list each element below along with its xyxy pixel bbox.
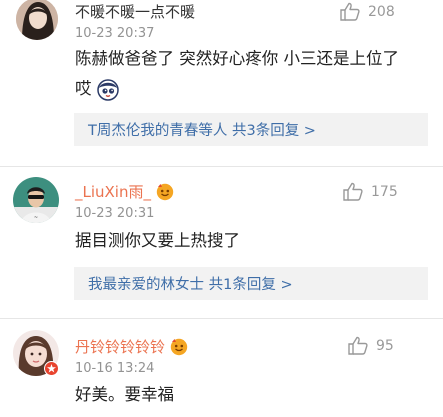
thumbs-up-icon xyxy=(340,2,360,21)
replies-link[interactable]: 我最亲爱的林女士 共1条回复 > xyxy=(74,267,428,300)
like-count: 95 xyxy=(376,337,394,354)
comment-text-line-2-text: 哎 xyxy=(75,79,92,98)
thumbs-up-icon xyxy=(343,182,363,201)
avatar[interactable]: ~ xyxy=(13,177,59,223)
vip-member-icon xyxy=(156,183,174,200)
replies-link[interactable]: T周杰伦我的青春等人 共3条回复 > xyxy=(74,113,428,146)
divider xyxy=(0,166,443,167)
username[interactable]: 不暖不暖一点不暖 xyxy=(75,1,195,22)
username[interactable]: 丹铃铃铃铃铃 xyxy=(75,336,188,357)
like-count: 175 xyxy=(371,183,398,200)
timestamp: 10-23 20:31 xyxy=(75,206,155,221)
avatar[interactable] xyxy=(16,0,58,40)
like-count: 208 xyxy=(368,3,395,20)
avatar-image: ~ xyxy=(13,177,59,223)
comment-text-line-2: 哎 xyxy=(75,74,399,104)
username-text: 丹铃铃铃铃铃 xyxy=(75,338,166,356)
vip-member-icon xyxy=(170,338,188,355)
comment-text: 陈赫做爸爸了 突然好心疼你 小三还是上位了 哎 xyxy=(75,44,399,104)
svg-text:~: ~ xyxy=(34,215,38,221)
timestamp: 10-23 20:37 xyxy=(75,26,155,41)
timestamp: 10-16 13:24 xyxy=(75,361,155,376)
comment-text: 好美。要幸福 xyxy=(75,385,174,404)
thumbs-up-icon xyxy=(348,336,368,355)
like-button[interactable]: 208 xyxy=(340,2,395,21)
like-button[interactable]: 175 xyxy=(343,182,398,201)
sticker-emoji-icon xyxy=(97,78,119,101)
comment-text-line: 陈赫做爸爸了 突然好心疼你 小三还是上位了 xyxy=(75,49,399,68)
like-button[interactable]: 95 xyxy=(348,336,394,355)
comment-text: 据目测你又要上热搜了 xyxy=(75,231,240,250)
username-text: _LiuXin雨_ xyxy=(75,183,151,201)
avatar-image xyxy=(16,0,58,40)
username[interactable]: _LiuXin雨_ xyxy=(75,181,174,202)
verified-badge-icon xyxy=(44,361,59,376)
divider xyxy=(0,318,443,319)
